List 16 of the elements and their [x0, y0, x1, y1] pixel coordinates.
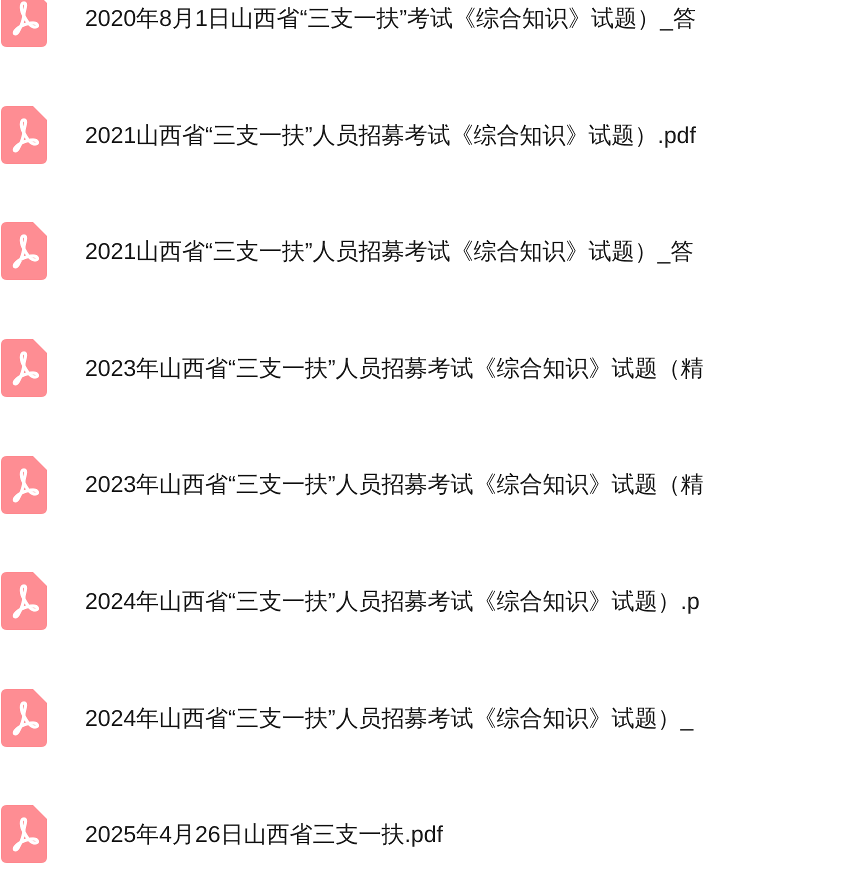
- file-name[interactable]: 2025年4月26日山西省三支一扶.pdf: [85, 817, 443, 852]
- file-name[interactable]: 2023年山西省“三支一扶”人员招募考试《综合知识》试题（精: [85, 467, 704, 502]
- file-name[interactable]: 2021山西省“三支一扶”人员招募考试《综合知识》试题）_答: [85, 234, 694, 269]
- pdf-file-icon: [1, 572, 47, 630]
- file-name[interactable]: 2020年8月1日山西省“三支一扶”考试《综合知识》试题）_答: [85, 1, 696, 36]
- pdf-file-icon: [1, 688, 47, 747]
- file-name[interactable]: 2024年山西省“三支一扶”人员招募考试《综合知识》试题）_: [85, 700, 694, 736]
- pdf-file-icon: [1, 805, 47, 864]
- pdf-file-icon: [1, 106, 47, 164]
- file-name[interactable]: 2021山西省“三支一扶”人员招募考试《综合知识》试题）.pdf: [85, 118, 696, 152]
- file-name[interactable]: 2024年山西省“三支一扶”人员招募考试《综合知识》试题）.p: [85, 584, 700, 619]
- pdf-file-icon: [1, 339, 47, 398]
- file-name[interactable]: 2023年山西省“三支一扶”人员招募考试《综合知识》试题（精: [85, 350, 704, 386]
- pdf-file-icon: [1, 0, 47, 48]
- pdf-file-icon: [1, 222, 47, 280]
- pdf-file-icon: [1, 456, 47, 514]
